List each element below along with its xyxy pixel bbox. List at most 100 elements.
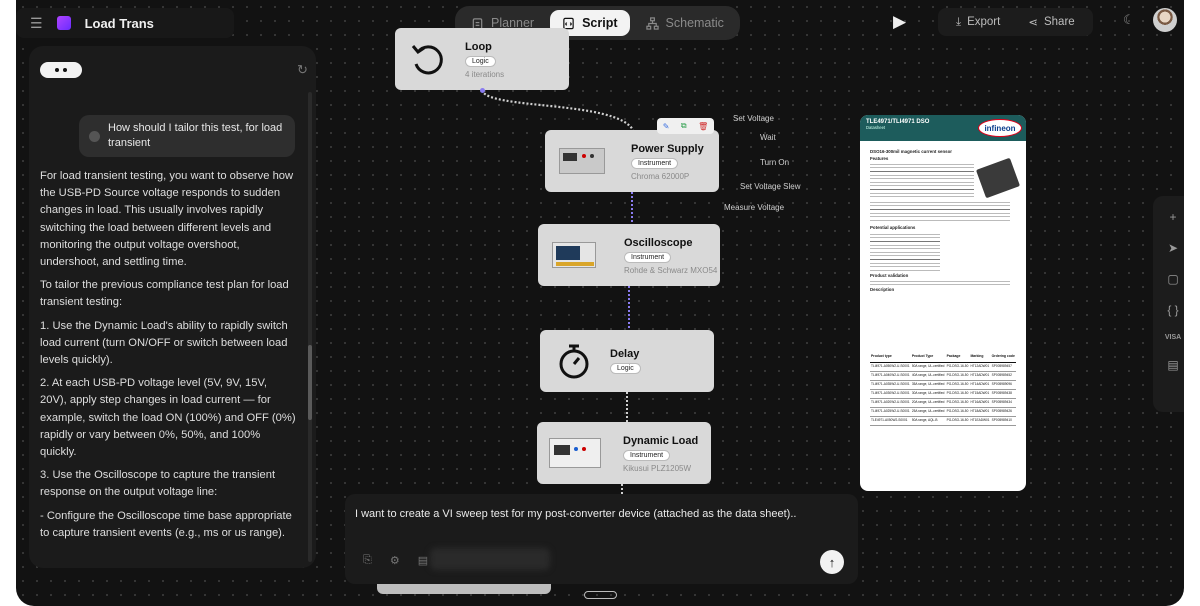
oscilloscope-title: Oscilloscope — [624, 237, 693, 249]
code-braces-icon[interactable]: { } — [1167, 303, 1178, 317]
table-cell: HT15ADW01 — [969, 389, 991, 399]
table-cell: 30A range, UL-certified — [910, 389, 946, 399]
table-cell: TLI4971-A040W2-U-S0001 — [870, 371, 911, 381]
table-row: TLI4971-A050W2-U-S0001 50A range, UL-cert… — [870, 362, 1016, 372]
infineon-logo: infineon — [978, 119, 1022, 137]
oscilloscope-node[interactable]: Oscilloscope Instrument Rohde & Schwarz … — [538, 224, 720, 286]
table-cell: TLI4971-A030W2-U-S0001 — [870, 389, 911, 399]
table-cell: SP005989438 — [990, 389, 1016, 399]
dynamic-load-title: Dynamic Load — [623, 435, 699, 447]
table-cell: TLI4971-A050W2-U-S0001 — [870, 362, 911, 372]
oscilloscope-image — [552, 242, 596, 268]
datasheet-text-block — [870, 277, 1010, 285]
loop-icon — [411, 45, 443, 75]
power-supply-title: Power Supply — [631, 143, 704, 155]
table-cell: TLI4971-A035W2-U-S0001 — [870, 380, 911, 390]
home-indicator — [584, 591, 617, 599]
edge-label-turn-on: Turn On — [760, 158, 790, 167]
prompt-box[interactable]: I want to create a VI sweep test for my … — [345, 494, 858, 584]
table-cell: PG-DSO-16-50 — [945, 371, 970, 381]
edge-loop-power — [480, 89, 634, 131]
table-cell: SP005989434 — [990, 398, 1016, 408]
table-cell: SP005989426 — [990, 407, 1016, 417]
datasheet-table: Product type Product Type Package Markin… — [870, 353, 1016, 426]
table-header: Ordering code — [990, 353, 1016, 363]
table-cell: HT12ADW01 — [969, 362, 991, 372]
dynamic-load-image — [549, 438, 601, 468]
table-cell: PG-DSO-16-50 — [945, 389, 970, 399]
table-cell: HT14ADW01 — [969, 380, 991, 390]
datasheet-description-heading: Description — [870, 286, 895, 292]
table-cell: HT1EADW01 — [969, 416, 991, 426]
oscilloscope-badge: Instrument — [624, 252, 672, 263]
edge-label-wait: Wait — [760, 133, 776, 142]
attach-icon[interactable]: ⎘ — [363, 554, 372, 567]
table-cell: HT18ADW01 — [969, 407, 991, 417]
table-cell: PG-DSO-16-50 — [945, 362, 970, 372]
table-cell: HT13ADW01 — [969, 371, 991, 381]
table-row: TLI4971-A025W2-U-S0001 25A range, UL-cert… — [870, 407, 1016, 417]
table-cell: PG-DSO-16-50 — [945, 380, 970, 390]
document-icon[interactable]: ▤ — [1167, 358, 1178, 372]
table-cell: PG-DSO-16-50 — [945, 398, 970, 408]
pointer-icon[interactable]: ➤ — [1168, 241, 1178, 255]
table-cell: SP005989096 — [990, 380, 1016, 390]
loop-badge: Logic — [465, 56, 496, 67]
table-cell: HT16ADW01 — [969, 398, 991, 408]
table-cell: SP005989457 — [990, 362, 1016, 372]
edit-icon[interactable]: ✎ — [663, 122, 670, 131]
table-row: TLI4971-A040W2-U-S0001 40A range, UL-cert… — [870, 371, 1016, 381]
prompt-input[interactable]: I want to create a VI sweep test for my … — [355, 508, 796, 520]
loop-title: Loop — [465, 41, 492, 53]
delay-node[interactable]: Delay Logic — [540, 330, 714, 392]
loop-subtitle: 4 iterations — [465, 70, 505, 79]
table-row: TLI4971-A020W2-U-S0001 20A range, UL-cert… — [870, 398, 1016, 408]
loop-port[interactable] — [480, 88, 485, 93]
settings-icon[interactable]: ⚙ — [390, 554, 400, 567]
node-action-bar: ✎ ⧉ 🗑 — [657, 118, 714, 134]
datasheet-applications-heading: Potential applications — [870, 225, 916, 231]
table-row: TLE4971-A050W2-S0001 50A range, AQL-B PG-D… — [870, 416, 1016, 426]
table-cell: 25A range, UL-certified — [910, 407, 946, 417]
file-icon[interactable]: ▢ — [1167, 272, 1178, 286]
table-cell: TLE4971-A050W2-S0001 — [870, 416, 911, 426]
table-header: Product type — [870, 353, 911, 363]
delay-badge: Logic — [610, 363, 641, 374]
dynamic-load-node[interactable]: Dynamic Load Instrument Kikusui PLZ1205W — [537, 422, 711, 484]
table-cell: 40A range, UL-certified — [910, 371, 946, 381]
table-header: Marking — [969, 353, 991, 363]
add-icon[interactable]: + — [1169, 210, 1176, 224]
power-supply-image — [559, 148, 605, 174]
send-button[interactable]: ↑ — [820, 550, 844, 574]
visa-icon[interactable]: VISA — [1165, 334, 1181, 341]
loop-node[interactable]: Loop Logic 4 iterations — [395, 28, 569, 90]
delete-icon[interactable]: 🗑 — [698, 122, 708, 131]
power-supply-subtitle: Chroma 62000P — [631, 172, 690, 181]
delay-title: Delay — [610, 348, 640, 360]
edge-label-measure-voltage: Measure Voltage — [724, 203, 785, 212]
table-header: Package — [945, 353, 970, 363]
table-cell: 50A range, AQL-B — [910, 416, 946, 426]
table-cell: SP005989452 — [990, 371, 1016, 381]
table-cell: PG-DSO-16-50 — [945, 416, 970, 426]
table-cell: PG-DSO-16-50 — [945, 407, 970, 417]
table-header: Product Type — [910, 353, 946, 363]
dynamic-load-subtitle: Kikusui PLZ1205W — [623, 464, 692, 473]
table-cell: TLI4971-A020W2-U-S0001 — [870, 398, 911, 408]
copy-icon[interactable]: ⧉ — [681, 121, 687, 131]
dynamic-load-badge: Instrument — [623, 450, 671, 461]
prompt-attachment-blurred — [430, 548, 550, 570]
stopwatch-icon — [559, 344, 589, 379]
edge-label-set-voltage-slew: Set Voltage Slew — [740, 182, 801, 191]
oscilloscope-subtitle: Rohde & Schwarz MXO54 — [624, 266, 718, 275]
table-cell: 35A range, UL-certified — [910, 380, 946, 390]
table-cell: 50A range, UL-certified — [910, 362, 946, 372]
datasheet-preview[interactable]: TLE4971/TLI4971 DSO Datasheet infineon D… — [860, 115, 1026, 491]
document-icon[interactable]: ▤ — [418, 554, 428, 567]
power-supply-node[interactable]: Power Supply Instrument Chroma 62000P — [545, 130, 719, 192]
table-row: TLI4971-A030W2-U-S0001 30A range, UL-cert… — [870, 389, 1016, 399]
app-frame: ☰ Load Trans Planner Script Schematic ▶ … — [16, 0, 1184, 606]
datasheet-text-block — [870, 199, 1010, 224]
table-cell: TLI4971-A025W2-U-S0001 — [870, 407, 911, 417]
table-cell: SP005989410 — [990, 416, 1016, 426]
